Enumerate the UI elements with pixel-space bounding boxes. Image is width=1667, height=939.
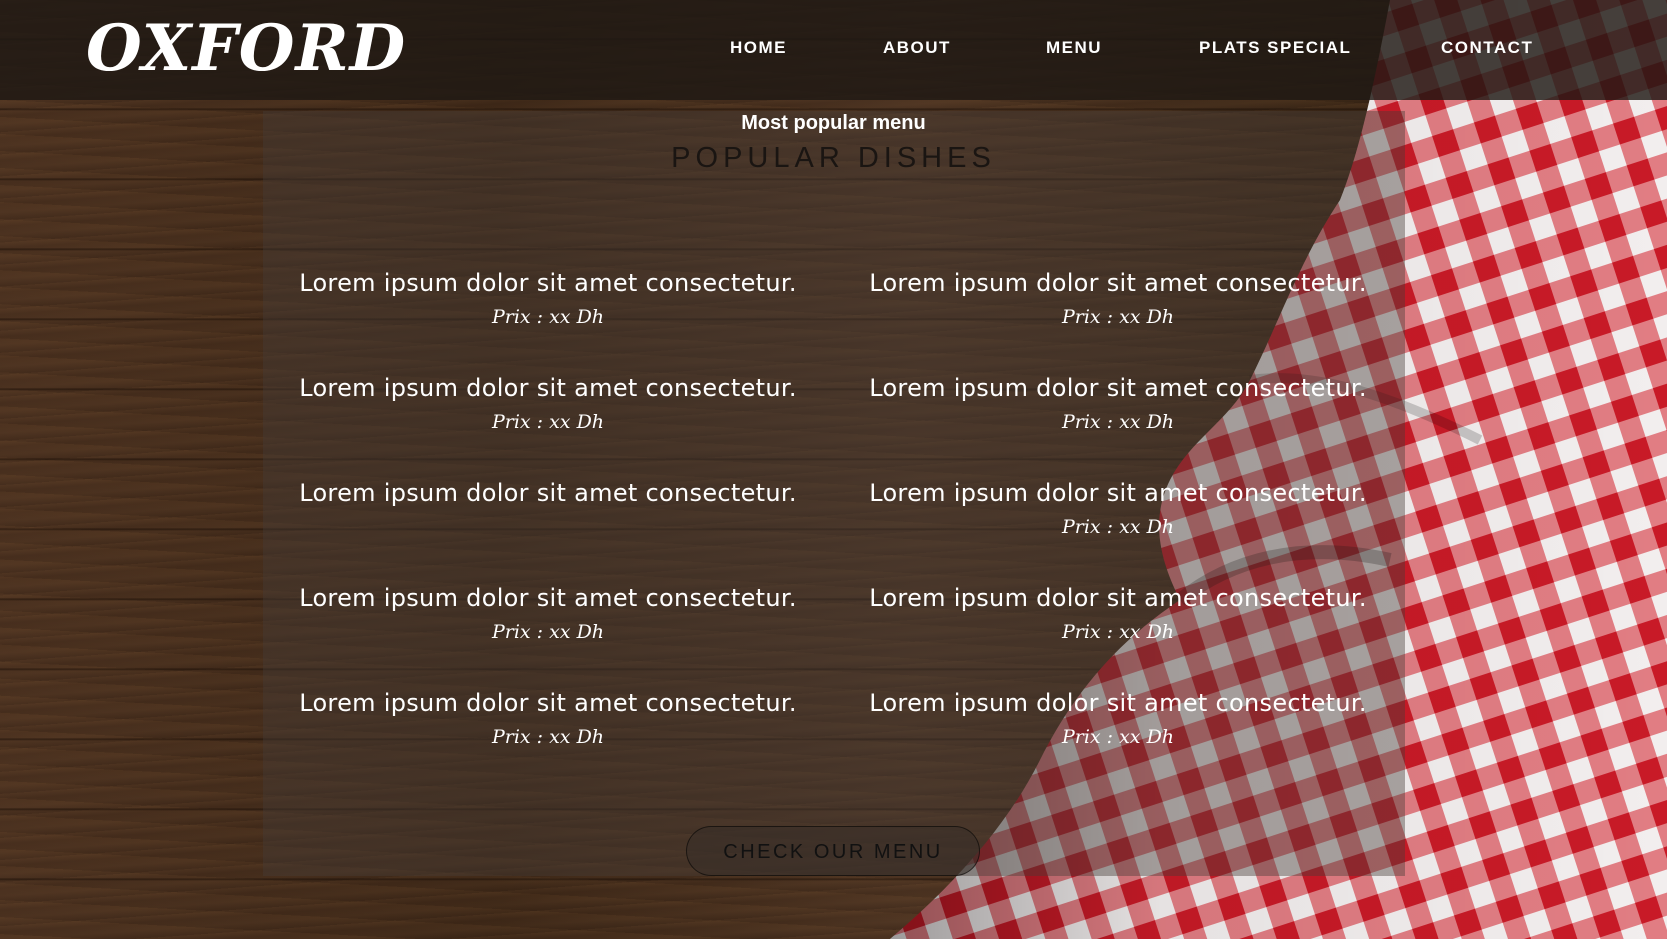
dish-name: Lorem ipsum dolor sit amet consectetur.	[869, 479, 1367, 507]
dish-name: Lorem ipsum dolor sit amet consectetur.	[869, 269, 1367, 297]
nav-about-link[interactable]: ABOUT	[883, 38, 951, 58]
page-root: OXFORD HOME ABOUT MENU PLATS SPECIAL CON…	[0, 0, 1667, 939]
dish-price: Prix : xx Dh	[1061, 306, 1175, 328]
dish-item: Lorem ipsum dolor sit amet consectetur. …	[838, 580, 1398, 646]
dish-price: Prix : xx Dh	[491, 411, 605, 433]
dish-name: Lorem ipsum dolor sit amet consectetur.	[299, 584, 797, 612]
nav-contact-link[interactable]: CONTACT	[1441, 38, 1533, 58]
dish-name: Lorem ipsum dolor sit amet consectetur.	[869, 689, 1367, 717]
section-title: POPULAR DISHES	[671, 142, 996, 174]
dish-item: Lorem ipsum dolor sit amet consectetur. …	[268, 685, 828, 751]
dish-price: Prix : xx Dh	[491, 621, 605, 643]
dish-name: Lorem ipsum dolor sit amet consectetur.	[299, 479, 797, 507]
dish-price: Prix : xx Dh	[1061, 516, 1175, 538]
dish-price: Prix : xx Dh	[491, 306, 605, 328]
brand-logo[interactable]: OXFORD	[86, 10, 406, 88]
check-our-menu-button[interactable]: CHECK OUR MENU	[686, 826, 980, 876]
nav-menu-link[interactable]: MENU	[1046, 38, 1102, 58]
dish-item: Lorem ipsum dolor sit amet consectetur.	[268, 475, 828, 513]
dish-name: Lorem ipsum dolor sit amet consectetur.	[299, 689, 797, 717]
dish-price: Prix : xx Dh	[1061, 726, 1175, 748]
dish-name: Lorem ipsum dolor sit amet consectetur.	[869, 374, 1367, 402]
dish-price: Prix : xx Dh	[491, 726, 605, 748]
dish-item: Lorem ipsum dolor sit amet consectetur. …	[838, 475, 1398, 541]
dish-item: Lorem ipsum dolor sit amet consectetur. …	[268, 265, 828, 331]
dish-name: Lorem ipsum dolor sit amet consectetur.	[299, 374, 797, 402]
dish-price: Prix : xx Dh	[1061, 411, 1175, 433]
dish-item: Lorem ipsum dolor sit amet consectetur. …	[268, 370, 828, 436]
dish-item: Lorem ipsum dolor sit amet consectetur. …	[268, 580, 828, 646]
nav-home-link[interactable]: HOME	[730, 38, 787, 58]
nav-plats-special-link[interactable]: PLATS SPECIAL	[1199, 38, 1351, 58]
dish-item: Lorem ipsum dolor sit amet consectetur. …	[838, 265, 1398, 331]
dish-price: Prix : xx Dh	[1061, 621, 1175, 643]
section-eyebrow: Most popular menu	[741, 112, 926, 134]
dish-name: Lorem ipsum dolor sit amet consectetur.	[869, 584, 1367, 612]
dish-name: Lorem ipsum dolor sit amet consectetur.	[299, 269, 797, 297]
dish-item: Lorem ipsum dolor sit amet consectetur. …	[838, 685, 1398, 751]
dish-item: Lorem ipsum dolor sit amet consectetur. …	[838, 370, 1398, 436]
top-navbar: OXFORD HOME ABOUT MENU PLATS SPECIAL CON…	[0, 0, 1667, 100]
